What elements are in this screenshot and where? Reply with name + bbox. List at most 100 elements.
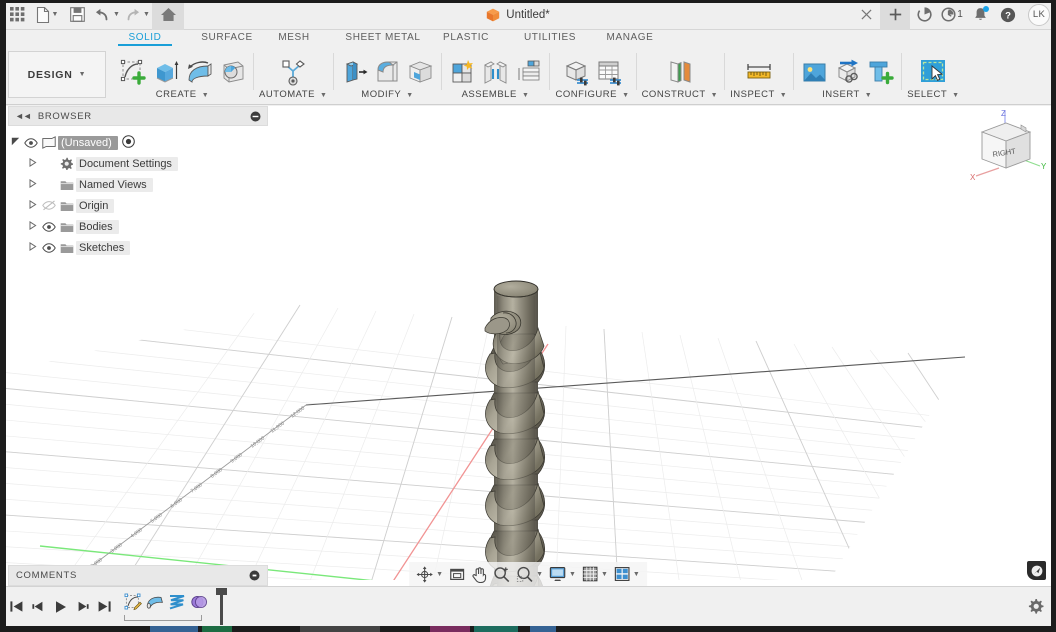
twisty-collapsed-icon[interactable] xyxy=(26,178,40,190)
taskbar-item[interactable] xyxy=(150,626,198,632)
twisty-collapsed-icon[interactable] xyxy=(26,199,40,211)
step-forward-icon[interactable] xyxy=(72,594,92,620)
sidebar-label-document-settings[interactable]: Document Settings xyxy=(76,156,178,171)
taskbar-item[interactable] xyxy=(202,626,232,632)
insert-derive-icon[interactable] xyxy=(832,56,862,88)
save-icon[interactable] xyxy=(62,0,92,30)
sidebar-item-document-settings[interactable]: Document Settings xyxy=(8,153,268,174)
sidebar-item-bodies[interactable]: Bodies xyxy=(8,216,268,237)
panel-configure-label[interactable]: CONFIGURE ▼ xyxy=(555,89,629,100)
navigate-help-icon[interactable] xyxy=(1027,561,1046,580)
redo-icon[interactable]: ▼ xyxy=(122,0,152,30)
sweep-feature-icon[interactable] xyxy=(144,590,166,614)
jump-to-end-icon[interactable] xyxy=(94,594,114,620)
sidebar-label-bodies[interactable]: Bodies xyxy=(76,219,119,234)
shell-icon[interactable] xyxy=(405,56,435,88)
taskbar-item[interactable] xyxy=(300,626,380,632)
panel-modify-label[interactable]: MODIFY ▼ xyxy=(361,89,413,100)
radio-target-icon[interactable] xyxy=(121,134,135,151)
twisty-collapsed-icon[interactable] xyxy=(26,157,40,169)
select-window-icon[interactable] xyxy=(916,56,950,88)
tab-utilities[interactable]: UTILITIES xyxy=(520,30,580,43)
recent-jobs-icon[interactable]: 1 xyxy=(938,0,966,30)
comments-panel[interactable]: COMMENTS xyxy=(8,565,268,586)
new-component-icon[interactable] xyxy=(447,56,477,88)
view-cube[interactable]: X Y Z RIGHT xyxy=(962,108,1048,184)
insert-mcmaster-icon[interactable] xyxy=(865,56,895,88)
step-back-icon[interactable] xyxy=(28,594,48,620)
design-workspace-selector[interactable]: DESIGN ▼ xyxy=(8,51,106,98)
sidebar-label-origin[interactable]: Origin xyxy=(76,198,115,213)
avatar[interactable]: LK xyxy=(1028,3,1050,26)
panel-insert-label[interactable]: INSERT ▼ xyxy=(822,89,872,100)
close-icon[interactable] xyxy=(852,0,880,30)
joint-icon[interactable] xyxy=(480,56,510,88)
sidebar-item-origin[interactable]: Origin xyxy=(8,195,268,216)
home-icon[interactable] xyxy=(152,0,184,30)
display-settings-icon[interactable]: ▼ xyxy=(546,566,579,582)
create-sketch-icon[interactable] xyxy=(118,56,148,88)
press-pull-icon[interactable] xyxy=(339,56,369,88)
measure-icon[interactable] xyxy=(742,56,776,88)
panel-create-label[interactable]: CREATE ▼ xyxy=(156,89,209,100)
eye-hidden-icon[interactable] xyxy=(40,200,57,211)
tab-sheet-metal[interactable]: SHEET METAL xyxy=(344,30,422,43)
twisty-collapsed-icon[interactable] xyxy=(26,220,40,232)
automate-icon[interactable] xyxy=(276,56,310,88)
minimize-icon[interactable] xyxy=(249,570,260,581)
offset-plane-icon[interactable] xyxy=(663,56,697,88)
sidebar-label-sketches[interactable]: Sketches xyxy=(76,240,131,255)
tab-solid[interactable]: SOLID xyxy=(118,30,172,46)
insert-image-icon[interactable] xyxy=(799,56,829,88)
sketch-feature-icon[interactable] xyxy=(122,590,144,614)
undo-icon[interactable]: ▼ xyxy=(92,0,122,30)
job-status-icon[interactable] xyxy=(910,0,938,30)
taskbar-item[interactable] xyxy=(530,626,556,632)
assemble-table-icon[interactable] xyxy=(513,56,543,88)
document-tab[interactable]: Untitled* xyxy=(184,8,852,22)
look-at-icon[interactable] xyxy=(446,566,468,582)
zoom-in-icon[interactable] xyxy=(490,566,513,583)
zoom-window-icon[interactable]: ▼ xyxy=(513,566,546,583)
sidebar-item-sketches[interactable]: Sketches xyxy=(8,237,268,258)
sweep-icon[interactable] xyxy=(217,56,247,88)
configure-part-icon[interactable] xyxy=(561,56,591,88)
pan-icon[interactable] xyxy=(468,566,490,583)
tab-manage[interactable]: MANAGE xyxy=(602,30,658,43)
help-icon[interactable]: ? xyxy=(994,0,1022,30)
app-grid-icon[interactable] xyxy=(2,0,32,30)
jump-to-beginning-icon[interactable] xyxy=(6,594,26,620)
minimize-icon[interactable] xyxy=(250,111,261,122)
taskbar-item[interactable] xyxy=(430,626,470,632)
tab-plastic[interactable]: PLASTIC xyxy=(440,30,492,43)
play-icon[interactable] xyxy=(50,594,70,620)
panel-inspect-label[interactable]: INSPECT ▼ xyxy=(730,89,787,100)
tab-mesh[interactable]: MESH xyxy=(272,30,316,43)
eye-visible-icon[interactable] xyxy=(40,221,57,232)
browser-header[interactable]: ◄◄ BROWSER xyxy=(8,106,268,126)
collapse-left-icon[interactable]: ◄◄ xyxy=(15,111,32,121)
eye-visible-icon[interactable] xyxy=(22,137,39,148)
twisty-expanded-icon[interactable] xyxy=(8,137,22,148)
configure-table-icon[interactable] xyxy=(594,56,624,88)
combine-feature-icon[interactable] xyxy=(188,590,210,614)
sidebar-label-named-views[interactable]: Named Views xyxy=(76,177,153,192)
tree-root-label[interactable]: (Unsaved) xyxy=(58,135,118,150)
panel-construct-label[interactable]: CONSTRUCT ▼ xyxy=(642,89,719,100)
new-tab-plus-icon[interactable] xyxy=(880,0,910,30)
sidebar-item-named-views[interactable]: Named Views xyxy=(8,174,268,195)
viewports-icon[interactable]: ▼ xyxy=(611,566,643,582)
grid-snap-icon[interactable]: ▼ xyxy=(579,566,611,582)
tab-surface[interactable]: SURFACE xyxy=(194,30,260,43)
panel-assemble-label[interactable]: ASSEMBLE ▼ xyxy=(462,89,530,100)
panel-select-label[interactable]: SELECT ▼ xyxy=(907,89,959,100)
twisty-collapsed-icon[interactable] xyxy=(26,241,40,253)
taskbar-item[interactable] xyxy=(474,626,518,632)
timeline-marker-icon[interactable] xyxy=(216,588,227,625)
new-document-icon[interactable]: ▼ xyxy=(32,0,62,30)
extrude-icon[interactable] xyxy=(151,56,181,88)
eye-visible-icon[interactable] xyxy=(40,242,57,253)
bell-icon[interactable] xyxy=(966,0,994,30)
revolve-icon[interactable] xyxy=(184,56,214,88)
tree-row-root[interactable]: (Unsaved) xyxy=(8,132,268,153)
